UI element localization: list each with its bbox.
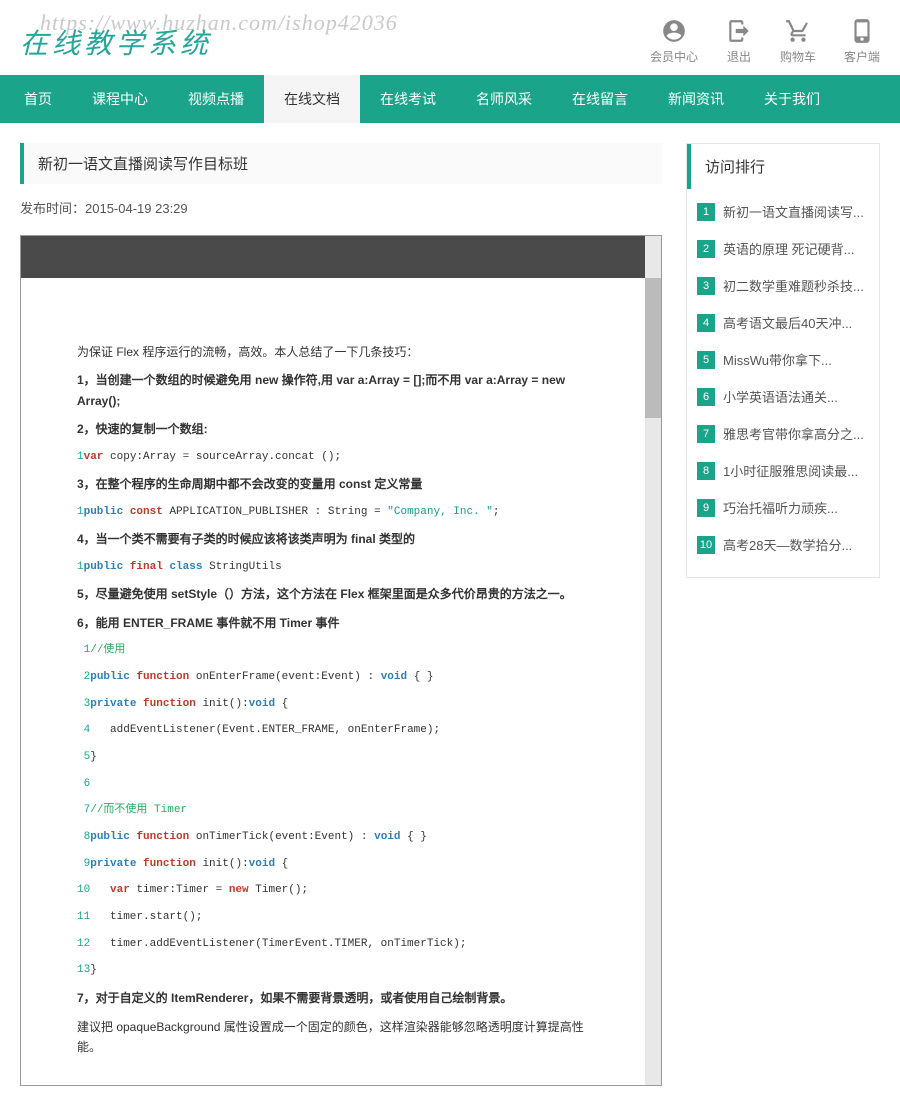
rank-text: 小学英语语法通关...	[723, 387, 838, 406]
code-block-6: 1//使用 2public function onEnterFrame(even…	[77, 641, 605, 980]
logout-link[interactable]: 退出	[726, 18, 752, 65]
code-block: 1public const APPLICATION_PUBLISHER : St…	[77, 503, 605, 522]
rank-item[interactable]: 1 新初一语文直播阅读写...	[697, 193, 869, 230]
nav-home[interactable]: 首页	[4, 75, 72, 123]
code-block: 1public final class StringUtils	[77, 558, 605, 577]
doc-heading-5: 5，尽量避免使用 setStyle（）方法，这个方法在 Flex 框架里面是众多…	[77, 584, 605, 604]
client-link[interactable]: 客户端	[844, 18, 880, 65]
main-content: 新初一语文直播阅读写作目标班 发布时间：2015-04-19 23:29 为保证…	[20, 143, 662, 1086]
rank-number: 1	[697, 203, 715, 221]
nav-news[interactable]: 新闻资讯	[648, 75, 744, 123]
rank-number: 7	[697, 425, 715, 443]
rank-number: 5	[697, 351, 715, 369]
rank-text: 高考28天—数学拾分...	[723, 535, 852, 554]
doc-heading-6: 6，能用 ENTER_FRAME 事件就不用 Timer 事件	[77, 613, 605, 633]
ranking-list: 1 新初一语文直播阅读写... 2 英语的原理 死记硬背... 3 初二数学重难题秒杀技.…	[687, 189, 879, 577]
nav-messages[interactable]: 在线留言	[552, 75, 648, 123]
rank-text: 新初一语文直播阅读写...	[723, 202, 864, 221]
watermark-text: https://www.huzhan.com/ishop42036	[40, 10, 398, 36]
rank-text: 1小时征服雅思阅读最...	[723, 461, 858, 480]
rank-item[interactable]: 3 初二数学重难题秒杀技...	[697, 267, 869, 304]
ranking-title: 访问排行	[687, 144, 879, 189]
top-icon-label: 会员中心	[650, 48, 698, 65]
doc-toolbar[interactable]	[21, 236, 661, 278]
phone-icon	[849, 18, 875, 44]
member-center-link[interactable]: 会员中心	[650, 18, 698, 65]
rank-number: 6	[697, 388, 715, 406]
rank-text: 英语的原理 死记硬背...	[723, 239, 854, 258]
rank-text: 初二数学重难题秒杀技...	[723, 276, 864, 295]
user-icon	[661, 18, 687, 44]
code-block: 1var copy:Array = sourceArray.concat ();	[77, 448, 605, 467]
cart-icon	[785, 18, 811, 44]
rank-item[interactable]: 9 巧治托福听力顽疾...	[697, 489, 869, 526]
article-title: 新初一语文直播阅读写作目标班	[20, 143, 662, 184]
rank-number: 2	[697, 240, 715, 258]
doc-scrollbar[interactable]	[645, 236, 661, 1085]
top-icon-label: 客户端	[844, 48, 880, 65]
rank-number: 8	[697, 462, 715, 480]
rank-number: 4	[697, 314, 715, 332]
doc-heading-4: 4，当一个类不需要有子类的时候应该将该类声明为 final 类型的	[77, 529, 605, 549]
nav-docs[interactable]: 在线文档	[264, 75, 360, 123]
main-nav: 首页 课程中心 视频点播 在线文档 在线考试 名师风采 在线留言 新闻资讯 关于…	[0, 75, 900, 123]
top-icon-label: 退出	[727, 48, 751, 65]
rank-item[interactable]: 5 MissWu带你拿下...	[697, 341, 869, 378]
top-icons: 会员中心 退出 购物车 客户端	[650, 18, 880, 65]
rank-text: MissWu带你拿下...	[723, 350, 832, 369]
rank-item[interactable]: 4 高考语文最后40天冲...	[697, 304, 869, 341]
rank-number: 3	[697, 277, 715, 295]
sidebar: 访问排行 1 新初一语文直播阅读写... 2 英语的原理 死记硬背... 3 初二数学重难…	[686, 143, 880, 1086]
doc-intro: 为保证 Flex 程序运行的流畅，高效。本人总结了一下几条技巧：	[77, 342, 605, 362]
exit-icon	[726, 18, 752, 44]
nav-teachers[interactable]: 名师风采	[456, 75, 552, 123]
top-icon-label: 购物车	[780, 48, 816, 65]
doc-heading-1: 1，当创建一个数组的时候避免用 new 操作符,用 var a:Array = …	[77, 370, 605, 411]
cart-link[interactable]: 购物车	[780, 18, 816, 65]
rank-text: 雅思考官带你拿高分之...	[723, 424, 864, 443]
rank-text: 巧治托福听力顽疾...	[723, 498, 838, 517]
nav-courses[interactable]: 课程中心	[72, 75, 168, 123]
nav-exam[interactable]: 在线考试	[360, 75, 456, 123]
rank-item[interactable]: 2 英语的原理 死记硬背...	[697, 230, 869, 267]
ranking-panel: 访问排行 1 新初一语文直播阅读写... 2 英语的原理 死记硬背... 3 初二数学重难…	[686, 143, 880, 578]
rank-item[interactable]: 8 1小时征服雅思阅读最...	[697, 452, 869, 489]
doc-heading-7: 7，对于自定义的 ItemRenderer，如果不需要背景透明，或者使用自己绘制…	[77, 988, 605, 1008]
rank-number: 10	[697, 536, 715, 554]
publish-time: 发布时间：2015-04-19 23:29	[20, 198, 662, 217]
doc-heading-3: 3，在整个程序的生命周期中都不会改变的变量用 const 定义常量	[77, 474, 605, 494]
rank-text: 高考语文最后40天冲...	[723, 313, 852, 332]
document-viewer[interactable]: 为保证 Flex 程序运行的流畅，高效。本人总结了一下几条技巧： 1，当创建一个…	[20, 235, 662, 1086]
doc-heading-2: 2，快速的复制一个数组:	[77, 419, 605, 439]
nav-about[interactable]: 关于我们	[744, 75, 840, 123]
rank-item[interactable]: 10 高考28天—数学拾分...	[697, 526, 869, 563]
rank-item[interactable]: 7 雅思考官带你拿高分之...	[697, 415, 869, 452]
doc-scroll-thumb[interactable]	[645, 278, 661, 418]
doc-paragraph: 建议把 opaqueBackground 属性设置成一个固定的颜色，这样渲染器能…	[77, 1017, 605, 1058]
nav-video[interactable]: 视频点播	[168, 75, 264, 123]
rank-number: 9	[697, 499, 715, 517]
rank-item[interactable]: 6 小学英语语法通关...	[697, 378, 869, 415]
doc-content: 为保证 Flex 程序运行的流畅，高效。本人总结了一下几条技巧： 1，当创建一个…	[21, 278, 661, 1085]
